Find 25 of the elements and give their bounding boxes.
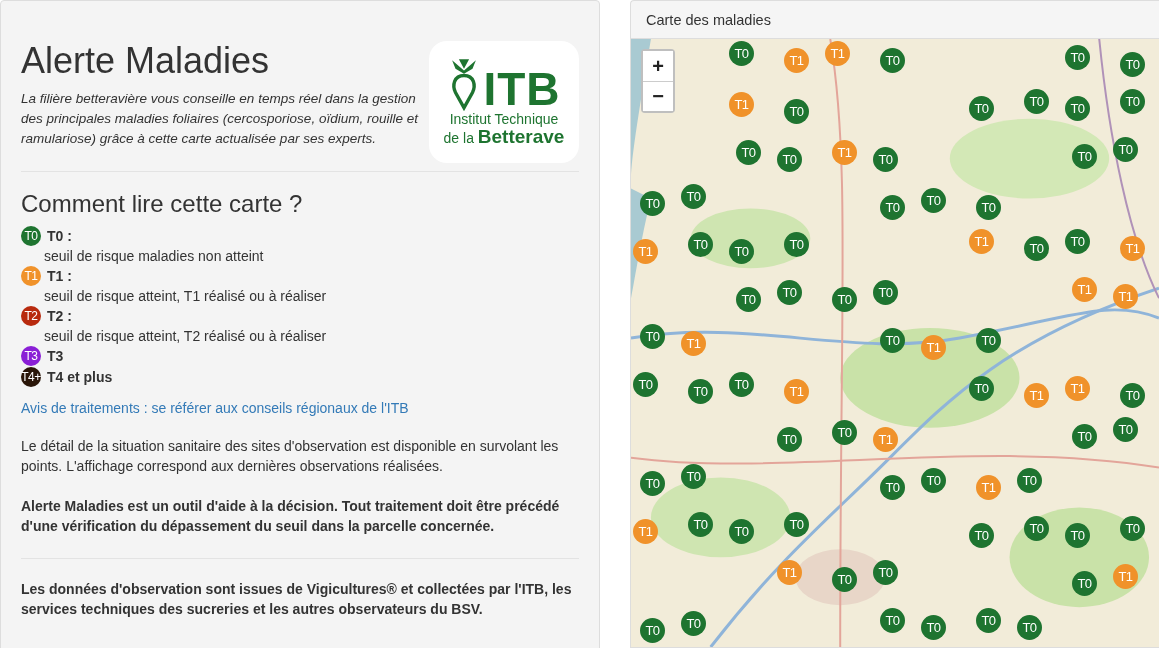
intro-text: La filière betteravière vous conseille en temps réel dans la gestion des principales maladies foliaires (cercosporiose, oïdium, rouille et ramulariose) grâce à cette carte actualisée par ses experts. [21,89,420,148]
legend-description: seuil de risque atteint, T2 réalisé ou à réaliser [43,328,328,344]
legend-label: T3 [47,348,64,364]
logo-line: Institut Technique [449,111,559,128]
advice-link[interactable]: Avis de traitements : se référer aux conseils régionaux de l'ITB [21,400,409,416]
status-badge: T1 [21,266,41,286]
legend-label: T0 : [47,228,72,244]
status-badge: T4+ [21,367,41,387]
detail-text: Le détail de la situation sanitaire des sites d'observation est disponible en survolant les points. L'affichage correspond aux dernières observations réalisées. [21,437,560,476]
status-badge: T2 [21,306,41,326]
warning-text: Alerte Maladies est un outil d'aide à la décision. Tout traitement doit être précédé d'une vérification du dépassement du seuil dans la parcelle concernée. [21,497,561,536]
logo-line: de la Betterave [443,127,565,149]
legend-title: Comment lire cette carte ? [21,190,304,218]
page-title: Alerte Maladies [21,41,271,81]
status-badge: T0 [21,226,41,246]
status-badge: T3 [21,346,41,366]
logo-acronym: ITB [483,65,561,112]
panel-title: Carte des maladies [646,11,771,28]
zoom-out-button[interactable]: − [643,81,673,111]
legend-label: T4 et plus [47,369,113,385]
legend-label: T1 : [47,268,72,284]
legend-label: T2 : [47,308,72,324]
source-text: Les données d'observation sont issues de Vigicultures® et collectées par l'ITB, les services techniques des sucreries et les autres observateurs du BSV. [21,580,573,619]
legend-description: seuil de risque atteint, T1 réalisé ou à réaliser [43,288,328,304]
legend-description: seuil de risque maladies non atteint [43,248,265,264]
